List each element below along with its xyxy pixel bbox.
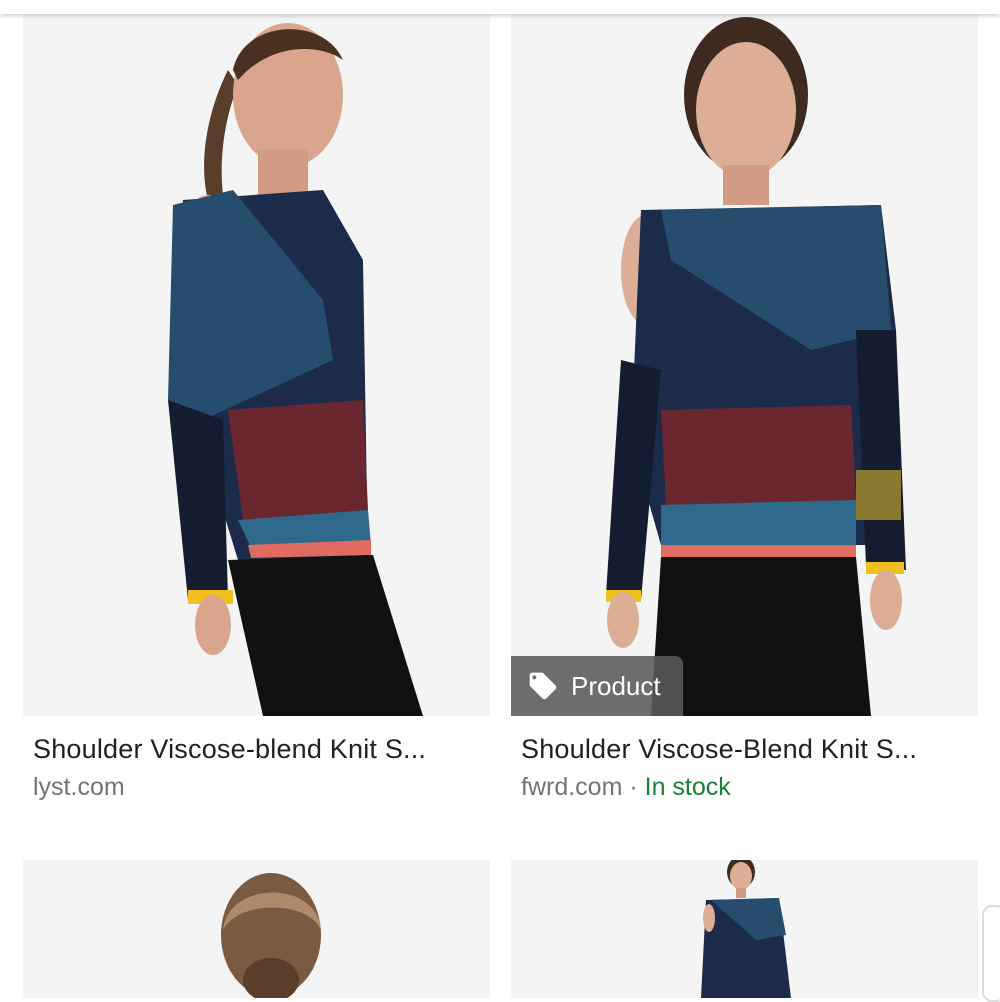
product-image[interactable]: [23, 860, 490, 998]
stock-status: In stock: [644, 773, 731, 801]
product-badge: Product: [511, 656, 683, 716]
meta-separator: ·: [622, 773, 645, 801]
badge-label: Product: [571, 670, 661, 701]
result-card[interactable]: Product Shoulder Viscose-Blend Knit S...…: [511, 0, 978, 802]
top-app-bar-edge: [0, 0, 1000, 14]
result-source[interactable]: lyst.com: [33, 773, 125, 801]
model-photo-back: [23, 860, 490, 998]
model-photo-side: [23, 0, 490, 716]
result-source[interactable]: fwrd.com: [521, 773, 622, 801]
result-card[interactable]: Shoulder Viscose-blend Knit S... lyst.co…: [23, 0, 490, 802]
product-image[interactable]: Product: [511, 0, 978, 716]
tag-icon: [529, 672, 557, 700]
result-meta: lyst.com: [23, 773, 490, 802]
model-photo-front: [511, 0, 978, 716]
model-photo-front-small: [511, 860, 978, 998]
result-card[interactable]: [23, 860, 490, 998]
product-image[interactable]: [511, 860, 978, 998]
result-title[interactable]: Shoulder Viscose-Blend Knit S...: [511, 734, 981, 765]
scroll-indicator[interactable]: [982, 905, 1000, 1002]
result-title[interactable]: Shoulder Viscose-blend Knit S...: [23, 734, 493, 765]
product-image[interactable]: [23, 0, 490, 716]
result-card[interactable]: [511, 860, 978, 998]
result-meta: fwrd.com · In stock: [511, 773, 978, 802]
